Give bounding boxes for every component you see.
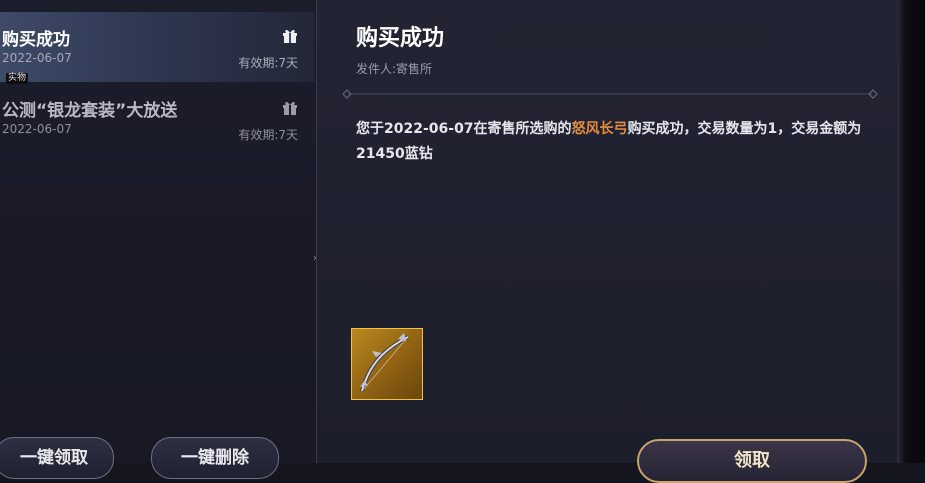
gift-icon bbox=[283, 29, 297, 43]
tooltip: 实物 bbox=[6, 73, 29, 84]
attachment-slot[interactable] bbox=[351, 328, 423, 400]
ornament-divider bbox=[342, 89, 878, 99]
message-body: 您于2022-06-07在寄售所选购的怒风长弓购买成功，交易数量为1，交易金额为… bbox=[356, 117, 866, 167]
window-edge bbox=[897, 0, 925, 463]
message-sender: 发件人:寄售所 bbox=[356, 62, 433, 76]
mail-item-expiry: 有效期:7天 bbox=[238, 128, 298, 142]
mail-item-date: 2022-06-07 bbox=[2, 51, 72, 65]
bow-icon bbox=[360, 333, 409, 392]
gift-icon bbox=[283, 101, 297, 115]
mail-item-date: 2022-06-07 bbox=[2, 122, 72, 136]
delete-all-button[interactable]: 一键删除 bbox=[151, 437, 279, 479]
mail-item-expiry: 有效期:7天 bbox=[238, 56, 298, 70]
mail-item-purchase[interactable]: 购买成功 2022-06-07 有效期:7天 bbox=[0, 12, 314, 82]
claim-all-button[interactable]: 一键领取 bbox=[0, 437, 114, 479]
item-link[interactable]: 怒风长弓 bbox=[572, 121, 628, 137]
mail-item-title: 购买成功 bbox=[2, 30, 70, 50]
message-title: 购买成功 bbox=[356, 26, 445, 51]
claim-button[interactable]: 领取 bbox=[637, 439, 867, 483]
mail-item-title: 公测“银龙套装”大放送 bbox=[2, 101, 178, 121]
mail-item-promo[interactable]: 公测“银龙套装”大放送 2022-06-07 有效期:7天 bbox=[0, 84, 314, 154]
message-body-text: 您于2022-06-07在寄售所选购的 bbox=[356, 121, 572, 137]
mail-list-panel: 购买成功 2022-06-07 有效期:7天 实物 公测“银龙套装”大放送 20… bbox=[0, 0, 317, 479]
